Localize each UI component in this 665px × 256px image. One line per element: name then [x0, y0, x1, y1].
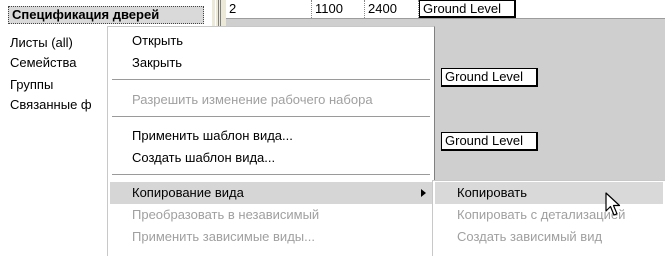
- submenu-arrow-icon: [421, 189, 426, 197]
- submenu-item-duplicate-with-detailing[interactable]: Копировать с детализацией: [435, 204, 663, 226]
- menu-item-create-view-template[interactable]: Создать шаблон вида...: [110, 147, 432, 169]
- menu-item-allow-workset-edit[interactable]: Разрешить изменение рабочего набора: [110, 89, 432, 111]
- table-row: 2 1100 2400 Ground Level: [226, 0, 665, 19]
- browser-node-families[interactable]: Семейства: [10, 54, 77, 71]
- submenu-item-create-dependent-view[interactable]: Создать зависимый вид: [435, 226, 663, 248]
- submenu-item-duplicate[interactable]: Копировать: [435, 182, 663, 204]
- table-cell-width[interactable]: 1100: [312, 0, 365, 18]
- browser-node-linked[interactable]: Связанные ф: [10, 96, 92, 113]
- table-cell-level[interactable]: Ground Level: [441, 68, 538, 87]
- menu-item-apply-dependent-views[interactable]: Применить зависимые виды...: [110, 226, 432, 248]
- menu-item-convert-independent[interactable]: Преобразовать в независимый: [110, 204, 432, 226]
- table-cell-level[interactable]: Ground Level: [419, 0, 516, 18]
- table-cell-height[interactable]: 2400: [365, 0, 419, 18]
- browser-node-door-schedule[interactable]: Спецификация дверей: [8, 6, 204, 24]
- menu-separator: [112, 79, 430, 81]
- menu-item-apply-view-template[interactable]: Применить шаблон вида...: [110, 125, 432, 147]
- menu-item-close[interactable]: Закрыть: [110, 52, 432, 74]
- duplicate-view-submenu: Копировать Копировать с детализацией Соз…: [432, 180, 665, 256]
- table-cell-level[interactable]: Ground Level: [441, 132, 538, 151]
- browser-node-sheets[interactable]: Листы (all): [10, 34, 73, 51]
- table-cell-mark[interactable]: 2: [226, 0, 312, 18]
- menu-separator: [112, 116, 430, 118]
- browser-node-groups[interactable]: Группы: [10, 76, 53, 93]
- menu-separator: [112, 174, 430, 176]
- menu-item-duplicate-view[interactable]: Копирование вида: [110, 182, 432, 204]
- mouse-cursor-icon: [605, 192, 621, 216]
- table-cell-empty: [516, 0, 665, 18]
- context-menu: Открыть Закрыть Разрешить изменение рабо…: [107, 26, 435, 256]
- menu-item-label: Копирование вида: [132, 185, 244, 200]
- menu-item-open[interactable]: Открыть: [110, 30, 432, 52]
